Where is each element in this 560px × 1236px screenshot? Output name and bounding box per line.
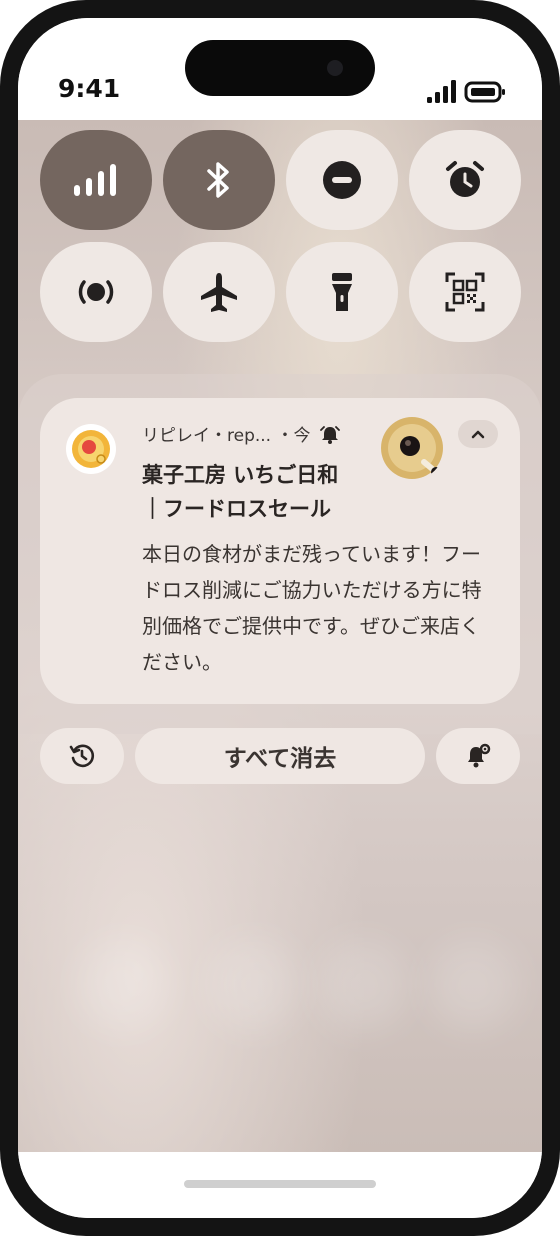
food-thumbnail-image xyxy=(381,417,443,479)
expand-collapse-button[interactable] xyxy=(458,420,498,448)
flashlight-icon xyxy=(332,273,352,311)
tile-mobile-data[interactable] xyxy=(40,130,152,230)
airplane-icon xyxy=(201,273,237,312)
alarm-clock-icon xyxy=(446,161,484,197)
notification-actions: すべて消去 xyxy=(18,728,542,786)
app-logo-icon xyxy=(66,424,116,474)
tile-qr-scanner[interactable] xyxy=(409,242,521,342)
notification-title-line1: 菓子工房 いちご日和 xyxy=(142,463,339,487)
tile-do-not-disturb[interactable] xyxy=(286,130,398,230)
screen-rotate-icon xyxy=(78,280,114,304)
chevron-up-icon xyxy=(471,430,485,439)
notification-body: 本日の食材がまだ残っています！フードロス削減にご協力いただける方に特別価格でご提… xyxy=(142,542,482,674)
notification-app-name: リピレイ・rep... xyxy=(142,426,272,446)
do-not-disturb-icon xyxy=(323,161,361,199)
cellular-signal-icon xyxy=(427,80,456,103)
dynamic-island xyxy=(185,40,375,96)
notification-meta: リピレイ・rep... ・今 xyxy=(142,424,340,448)
history-icon xyxy=(69,744,94,768)
cellular-signal-icon xyxy=(74,164,116,196)
notification-settings-button[interactable] xyxy=(436,728,520,784)
tile-auto-rotate[interactable] xyxy=(40,242,152,342)
status-bar: 9:41 xyxy=(18,18,542,120)
home-indicator[interactable] xyxy=(184,1180,376,1188)
tile-flashlight[interactable] xyxy=(286,242,398,342)
notification-title: 菓子工房 いちご日和 ｜フードロスセール xyxy=(142,458,362,526)
phone-frame: 9:41 リピレイ・rep... ・今 菓子工房 いちご日和 ｜フードロスセール… xyxy=(0,0,560,1236)
alarm-bell-icon xyxy=(319,426,340,444)
tile-airplane-mode[interactable] xyxy=(163,242,275,342)
tile-alarm[interactable] xyxy=(409,130,521,230)
battery-icon xyxy=(464,81,505,103)
bluetooth-icon xyxy=(207,162,229,198)
notification-history-button[interactable] xyxy=(40,728,124,784)
screen: 9:41 リピレイ・rep... ・今 菓子工房 いちご日和 ｜フードロスセール… xyxy=(18,18,542,1218)
qr-code-scan-icon xyxy=(445,272,485,312)
home-indicator-area xyxy=(18,1152,542,1218)
notification-title-line2: ｜フードロスセール xyxy=(142,497,331,521)
clear-all-button[interactable]: すべて消去 xyxy=(135,728,425,784)
notification-settings-icon xyxy=(468,743,491,768)
tile-bluetooth[interactable] xyxy=(163,130,275,230)
status-time: 9:41 xyxy=(58,74,121,103)
notification-time: ・今 xyxy=(276,426,311,446)
front-camera xyxy=(327,60,343,76)
